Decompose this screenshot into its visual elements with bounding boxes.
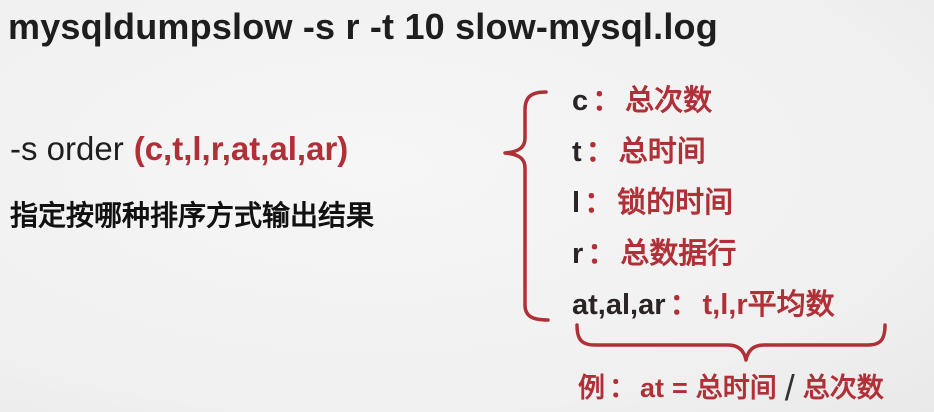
example-separator: ： (609, 373, 636, 403)
order-separator: ： (585, 136, 615, 168)
example-term: at (640, 373, 665, 403)
sort-order-list: c：总次数 t：总时间 l：锁的时间 r：总数据行 at,al,ar： t,l,r… (572, 80, 835, 335)
order-key: l (572, 187, 581, 219)
order-meaning: 总数据行 (620, 238, 737, 270)
order-separator: ： (587, 238, 617, 270)
order-separator: ： (592, 85, 622, 117)
left-curly-brace (503, 90, 550, 322)
order-meaning: 锁的时间 (617, 187, 734, 219)
sort-order-item-averages: at,al,ar： t,l,r平均数 (572, 284, 835, 335)
sort-order-item-r: r：总数据行 (572, 233, 835, 284)
order-key: t (572, 136, 582, 168)
sort-order-item-c: c：总次数 (572, 80, 835, 131)
example-label: 例 (578, 373, 605, 403)
order-meaning: t,l,r平均数 (702, 289, 835, 321)
order-meaning: 总次数 (625, 85, 713, 117)
slide: mysqldumpslow -s r -t 10 slow-mysql.log … (0, 0, 934, 412)
command-title: mysqldumpslow -s r -t 10 slow-mysql.log (8, 6, 718, 47)
sort-option-description: 指定按哪种排序方式输出结果 (10, 200, 375, 231)
example-denominator: 总次数 (802, 373, 884, 403)
sort-order-item-l: l：锁的时间 (572, 182, 835, 233)
example-numerator: 总时间 (695, 373, 777, 403)
order-meaning: 总时间 (618, 136, 706, 168)
sort-option-values: (c,t,l,r,at,al,ar) (133, 130, 349, 167)
order-key: r (572, 238, 584, 270)
order-key: c (572, 85, 589, 117)
example-equals: = (672, 373, 688, 403)
sort-option-line: -s order (c,t,l,r,at,al,ar) (10, 130, 348, 168)
order-separator: ： (669, 289, 699, 321)
order-key: at,al,ar (572, 289, 666, 321)
order-separator: ： (584, 187, 614, 219)
example-formula: 例： at = 总时间 / 总次数 (578, 368, 884, 408)
sort-order-item-t: t：总时间 (572, 131, 835, 182)
example-slash: / (784, 367, 795, 408)
sort-option-flag: -s order (10, 130, 124, 167)
